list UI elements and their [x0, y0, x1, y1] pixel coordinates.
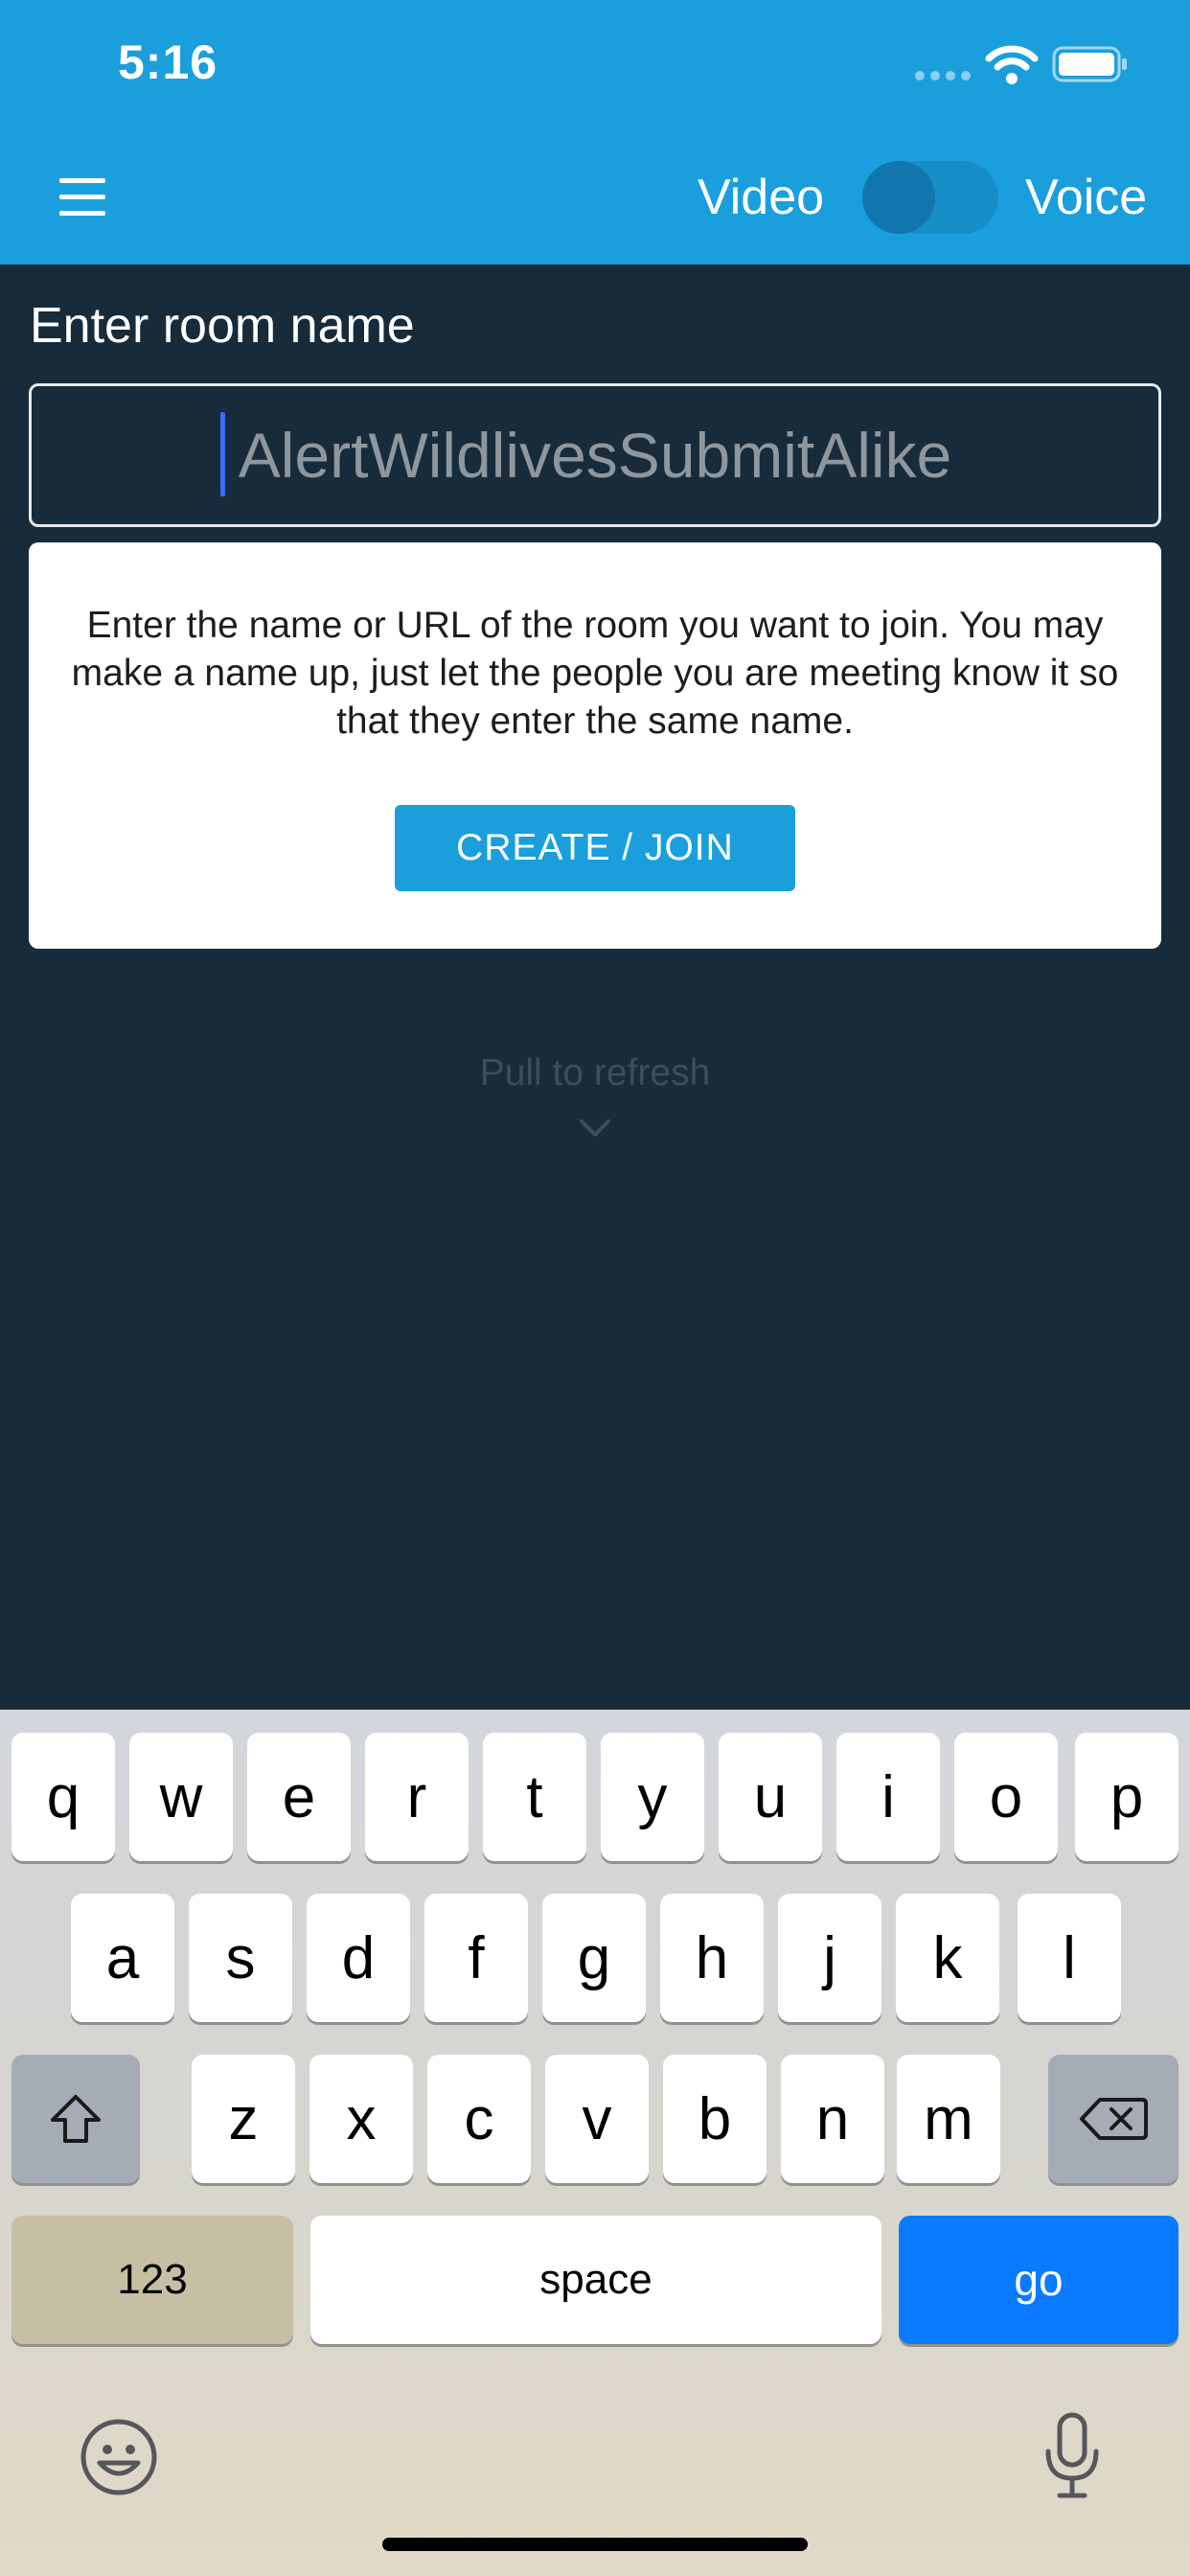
room-name-input[interactable]	[32, 386, 1158, 524]
key-d[interactable]: d	[307, 1894, 410, 2022]
key-u[interactable]: u	[719, 1733, 822, 1861]
key-c[interactable]: c	[427, 2055, 531, 2183]
key-x[interactable]: x	[309, 2055, 413, 2183]
room-name-label: Enter room name	[30, 298, 415, 354]
create-join-button[interactable]: CREATE / JOIN	[395, 805, 795, 891]
key-a[interactable]: a	[71, 1894, 174, 2022]
numbers-key[interactable]: 123	[11, 2216, 293, 2344]
key-e[interactable]: e	[247, 1733, 351, 1861]
room-name-field[interactable]	[29, 383, 1161, 527]
key-t[interactable]: t	[483, 1733, 586, 1861]
key-k[interactable]: k	[896, 1894, 999, 2022]
key-r[interactable]: r	[365, 1733, 469, 1861]
key-n[interactable]: n	[781, 2055, 884, 2183]
microphone-icon[interactable]	[1042, 2411, 1102, 2501]
info-card: Enter the name or URL of the room you wa…	[29, 542, 1161, 949]
status-time: 5:16	[118, 35, 218, 89]
key-i[interactable]: i	[836, 1733, 940, 1861]
home-indicator	[382, 2538, 808, 2551]
text-cursor	[220, 412, 225, 496]
key-w[interactable]: w	[129, 1733, 233, 1861]
key-z[interactable]: z	[192, 2055, 295, 2183]
pull-to-refresh-text: Pull to refresh	[479, 1052, 711, 1093]
toggle-thumb[interactable]	[862, 161, 935, 234]
backspace-icon	[1080, 2098, 1148, 2140]
battery-icon	[1052, 46, 1127, 82]
emoji-icon[interactable]	[79, 2417, 159, 2497]
voice-mode-label: Voice	[1025, 170, 1148, 225]
shift-key[interactable]	[11, 2055, 140, 2183]
info-text: Enter the name or URL of the room you wa…	[71, 605, 1119, 742]
shift-icon	[51, 2095, 101, 2143]
chevron-down-icon	[580, 1119, 610, 1137]
key-y[interactable]: y	[601, 1733, 704, 1861]
key-q[interactable]: q	[11, 1733, 115, 1861]
key-h[interactable]: h	[660, 1894, 764, 2022]
app-header: 5:16 Video Voice	[0, 0, 1190, 264]
space-key[interactable]: space	[310, 2216, 881, 2344]
key-b[interactable]: b	[663, 2055, 767, 2183]
key-s[interactable]: s	[189, 1894, 292, 2022]
go-key[interactable]: go	[899, 2216, 1179, 2344]
cellular-signal-icon	[915, 71, 973, 82]
video-mode-label: Video	[698, 170, 825, 225]
delete-key[interactable]	[1048, 2055, 1179, 2183]
key-m[interactable]: m	[897, 2055, 1000, 2183]
key-g[interactable]: g	[542, 1894, 646, 2022]
key-j[interactable]: j	[778, 1894, 881, 2022]
key-f[interactable]: f	[424, 1894, 528, 2022]
wifi-icon	[985, 45, 1039, 84]
key-v[interactable]: v	[545, 2055, 649, 2183]
key-o[interactable]: o	[954, 1733, 1058, 1861]
key-p[interactable]: p	[1075, 1733, 1179, 1861]
hamburger-menu-icon[interactable]	[56, 178, 109, 217]
key-l[interactable]: l	[1018, 1894, 1121, 2022]
